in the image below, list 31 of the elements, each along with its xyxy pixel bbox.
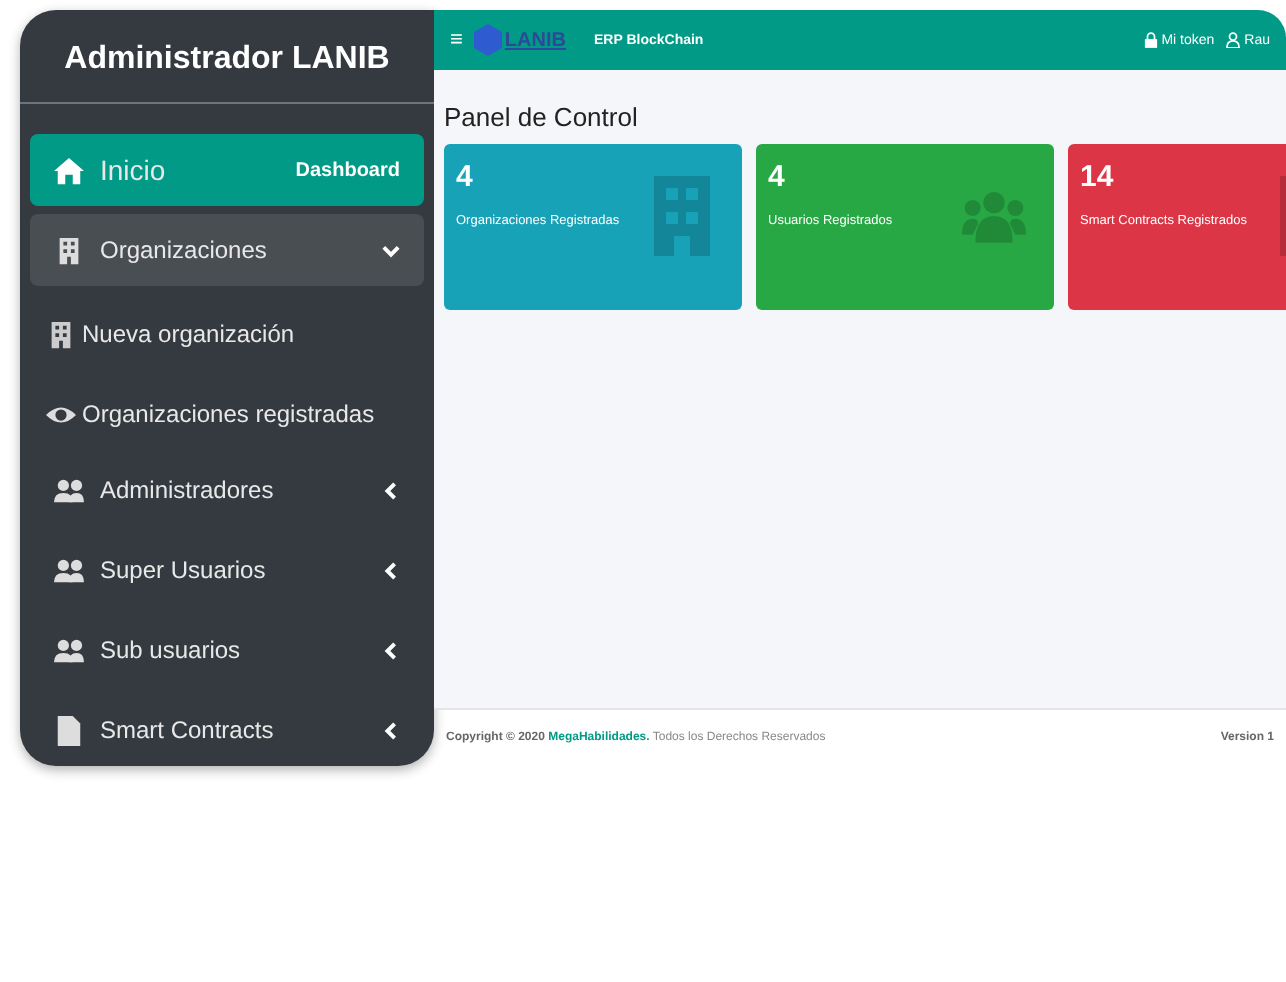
users-icon (54, 635, 84, 665)
building-icon (650, 176, 714, 256)
sidebar-item[interactable]: Super Usuarios (30, 534, 424, 606)
home-icon (54, 155, 84, 185)
users-icon (54, 555, 84, 585)
chevron-left-icon (382, 561, 400, 579)
chevron-left-icon (382, 641, 400, 659)
dashboard-label: Dashboard (295, 159, 400, 181)
building-icon (54, 235, 84, 265)
user-icon (1226, 32, 1241, 48)
stat-value: 4 (768, 160, 787, 194)
menu-icon[interactable]: ≡ (450, 28, 463, 52)
sidebar-subitem[interactable]: Nueva organización (30, 294, 424, 374)
sidebar-item[interactable]: Smart Contracts (30, 694, 424, 766)
chevron-left-icon (382, 721, 400, 739)
page-title: Panel de Control (444, 102, 640, 132)
chevron-down-icon (382, 241, 400, 259)
sidebar-item[interactable]: Sub usuarios (30, 614, 424, 686)
chevron-left-icon (382, 481, 400, 499)
sidebar-item[interactable]: Organizaciones (30, 214, 424, 286)
sidebar-item[interactable]: Inicio Dashboard (30, 134, 424, 206)
sidebar-item[interactable]: Administradores (30, 454, 424, 526)
file-icon (54, 715, 84, 745)
stat-value: 14 (1080, 160, 1116, 194)
users-icon (54, 475, 84, 505)
stat-value: 4 (456, 160, 475, 194)
hexagon-logo-icon (474, 24, 503, 56)
logo-text: LANIB (504, 29, 566, 51)
building-icon (46, 319, 76, 349)
sidebar-subitem[interactable]: Organizaciones registradas (30, 374, 424, 454)
lock-icon (1143, 32, 1158, 48)
